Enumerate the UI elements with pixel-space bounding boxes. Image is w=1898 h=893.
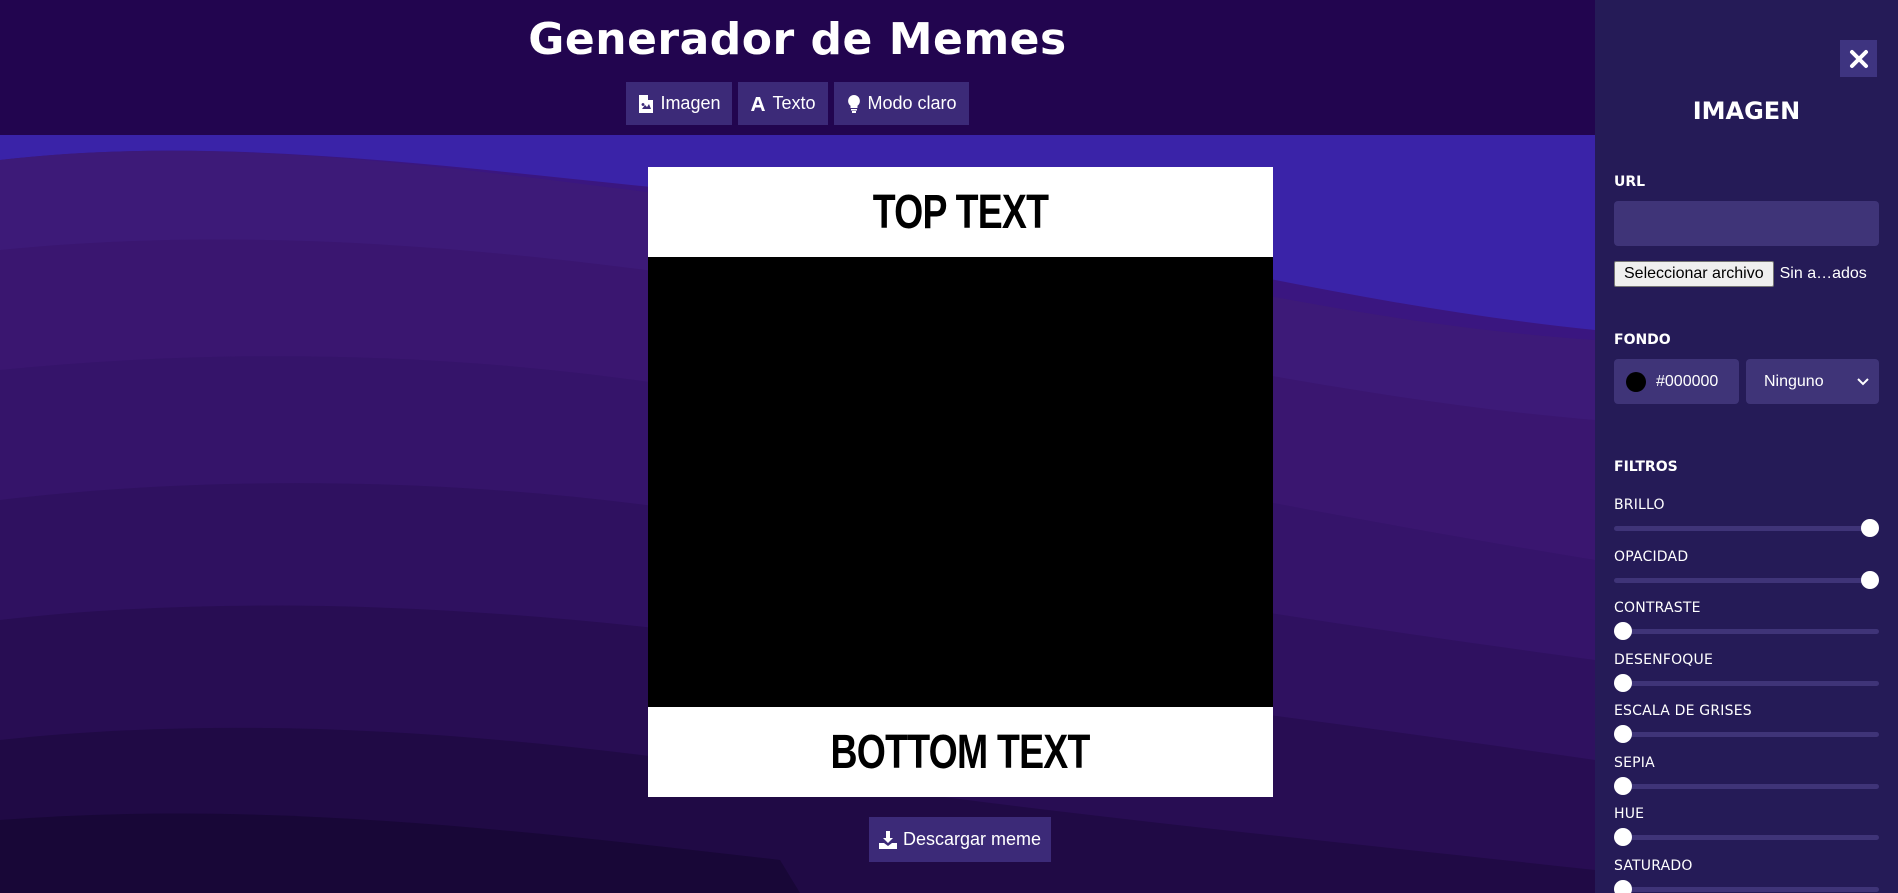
file-picker: Seleccionar archivo Sin a…ados [1614, 261, 1867, 287]
slider-thumb[interactable] [1614, 880, 1632, 893]
slider-opacidad[interactable] [1614, 571, 1879, 589]
page-title: Generador de Memes [528, 14, 1067, 65]
text-panel-button[interactable]: Texto [738, 82, 828, 125]
file-status: Sin a…ados [1779, 265, 1867, 282]
light-mode-label: Modo claro [867, 93, 957, 113]
filter-label-saturado: SATURADO [1614, 858, 1693, 874]
color-swatch [1626, 371, 1646, 392]
slider-track [1614, 681, 1879, 686]
download-meme-label: Descargar meme [902, 829, 1042, 849]
slider-hue[interactable] [1614, 828, 1879, 846]
meme-canvas: TOP TEXT BOTTOM TEXT [648, 167, 1273, 797]
light-mode-button[interactable]: Modo claro [833, 82, 969, 125]
slider-thumb[interactable] [1614, 622, 1632, 640]
filter-label-brillo: BRILLO [1614, 497, 1665, 513]
image-panel-label: Imagen [660, 93, 721, 113]
font-icon [751, 96, 766, 111]
background-color-picker[interactable]: #000000 [1614, 359, 1739, 404]
slider-sepia[interactable] [1614, 777, 1879, 795]
filter-label-hue: HUE [1614, 806, 1645, 822]
slider-track [1614, 526, 1879, 531]
slider-track [1614, 629, 1879, 634]
panel-title: IMAGEN [1692, 97, 1801, 125]
slider-brillo[interactable] [1614, 519, 1879, 537]
lightbulb-icon [847, 94, 860, 113]
fondo-label: FONDO [1614, 332, 1671, 348]
image-panel-button[interactable]: Imagen [626, 82, 733, 125]
filtros-label: FILTROS [1614, 459, 1678, 475]
filter-label-escala-de-grises: ESCALA DE GRISES [1614, 703, 1752, 719]
slider-thumb[interactable] [1861, 571, 1879, 589]
slider-saturado[interactable] [1614, 880, 1879, 893]
background-color-value: #000000 [1656, 372, 1719, 390]
filter-label-desenfoque: DESENFOQUE [1614, 652, 1714, 668]
meme-image [648, 257, 1273, 707]
url-label: URL [1614, 174, 1646, 190]
download-icon [878, 830, 897, 849]
slider-track [1614, 578, 1879, 583]
meme-bottom-box: BOTTOM TEXT [648, 707, 1273, 797]
close-icon [1849, 49, 1868, 68]
select-file-button[interactable]: Seleccionar archivo [1614, 261, 1774, 287]
download-meme-button[interactable]: Descargar meme [869, 817, 1051, 862]
slider-contraste[interactable] [1614, 622, 1879, 640]
slider-track [1614, 887, 1879, 892]
close-panel-button[interactable] [1840, 40, 1877, 77]
slider-thumb[interactable] [1614, 828, 1632, 846]
header: Generador de Memes Imagen Texto Modo cla… [0, 0, 1595, 135]
slider-thumb[interactable] [1614, 725, 1632, 743]
slider-thumb[interactable] [1614, 777, 1632, 795]
header-nav: Imagen Texto Modo claro [0, 82, 1595, 125]
meme-top-text: TOP TEXT [872, 185, 1049, 239]
slider-thumb[interactable] [1614, 674, 1632, 692]
slider-thumb[interactable] [1861, 519, 1879, 537]
meme-bottom-text: BOTTOM TEXT [830, 725, 1091, 779]
slider-escala-de-grises[interactable] [1614, 725, 1879, 743]
chevron-down-icon [1857, 377, 1869, 385]
slider-track [1614, 732, 1879, 737]
url-input[interactable] [1614, 201, 1879, 246]
text-panel-label: Texto [772, 93, 816, 113]
filter-label-contraste: CONTRASTE [1614, 600, 1701, 616]
slider-track [1614, 835, 1879, 840]
blend-mode-select[interactable]: Ninguno [1746, 359, 1879, 404]
slider-desenfoque[interactable] [1614, 674, 1879, 692]
slider-track [1614, 784, 1879, 789]
filter-label-sepia: SEPIA [1614, 755, 1655, 771]
file-image-icon [639, 94, 654, 113]
blend-mode-value: Ninguno [1764, 372, 1824, 390]
filter-label-opacidad: OPACIDAD [1614, 549, 1689, 565]
meme-top-box: TOP TEXT [648, 167, 1273, 257]
